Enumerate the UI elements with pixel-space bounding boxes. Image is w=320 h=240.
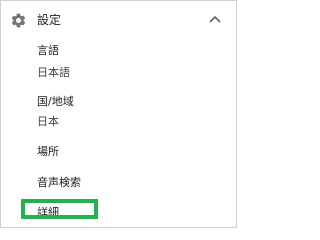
chevron-up-icon[interactable] <box>209 15 221 23</box>
voice-search-label[interactable]: 音声検索 <box>37 176 81 190</box>
gear-icon <box>11 13 26 28</box>
location-label[interactable]: 場所 <box>37 145 59 159</box>
settings-header[interactable]: 設定 <box>1 1 236 41</box>
region-value: 日本 <box>37 115 59 128</box>
highlight-box <box>21 199 98 219</box>
settings-title: 設定 <box>37 13 62 27</box>
language-label[interactable]: 言語 <box>37 44 59 58</box>
settings-panel: 設定 言語 日本語 国/地域 日本 場所 音声検索 詳細 <box>0 0 237 228</box>
region-label[interactable]: 国/地域 <box>37 95 74 109</box>
language-value: 日本語 <box>37 66 70 79</box>
